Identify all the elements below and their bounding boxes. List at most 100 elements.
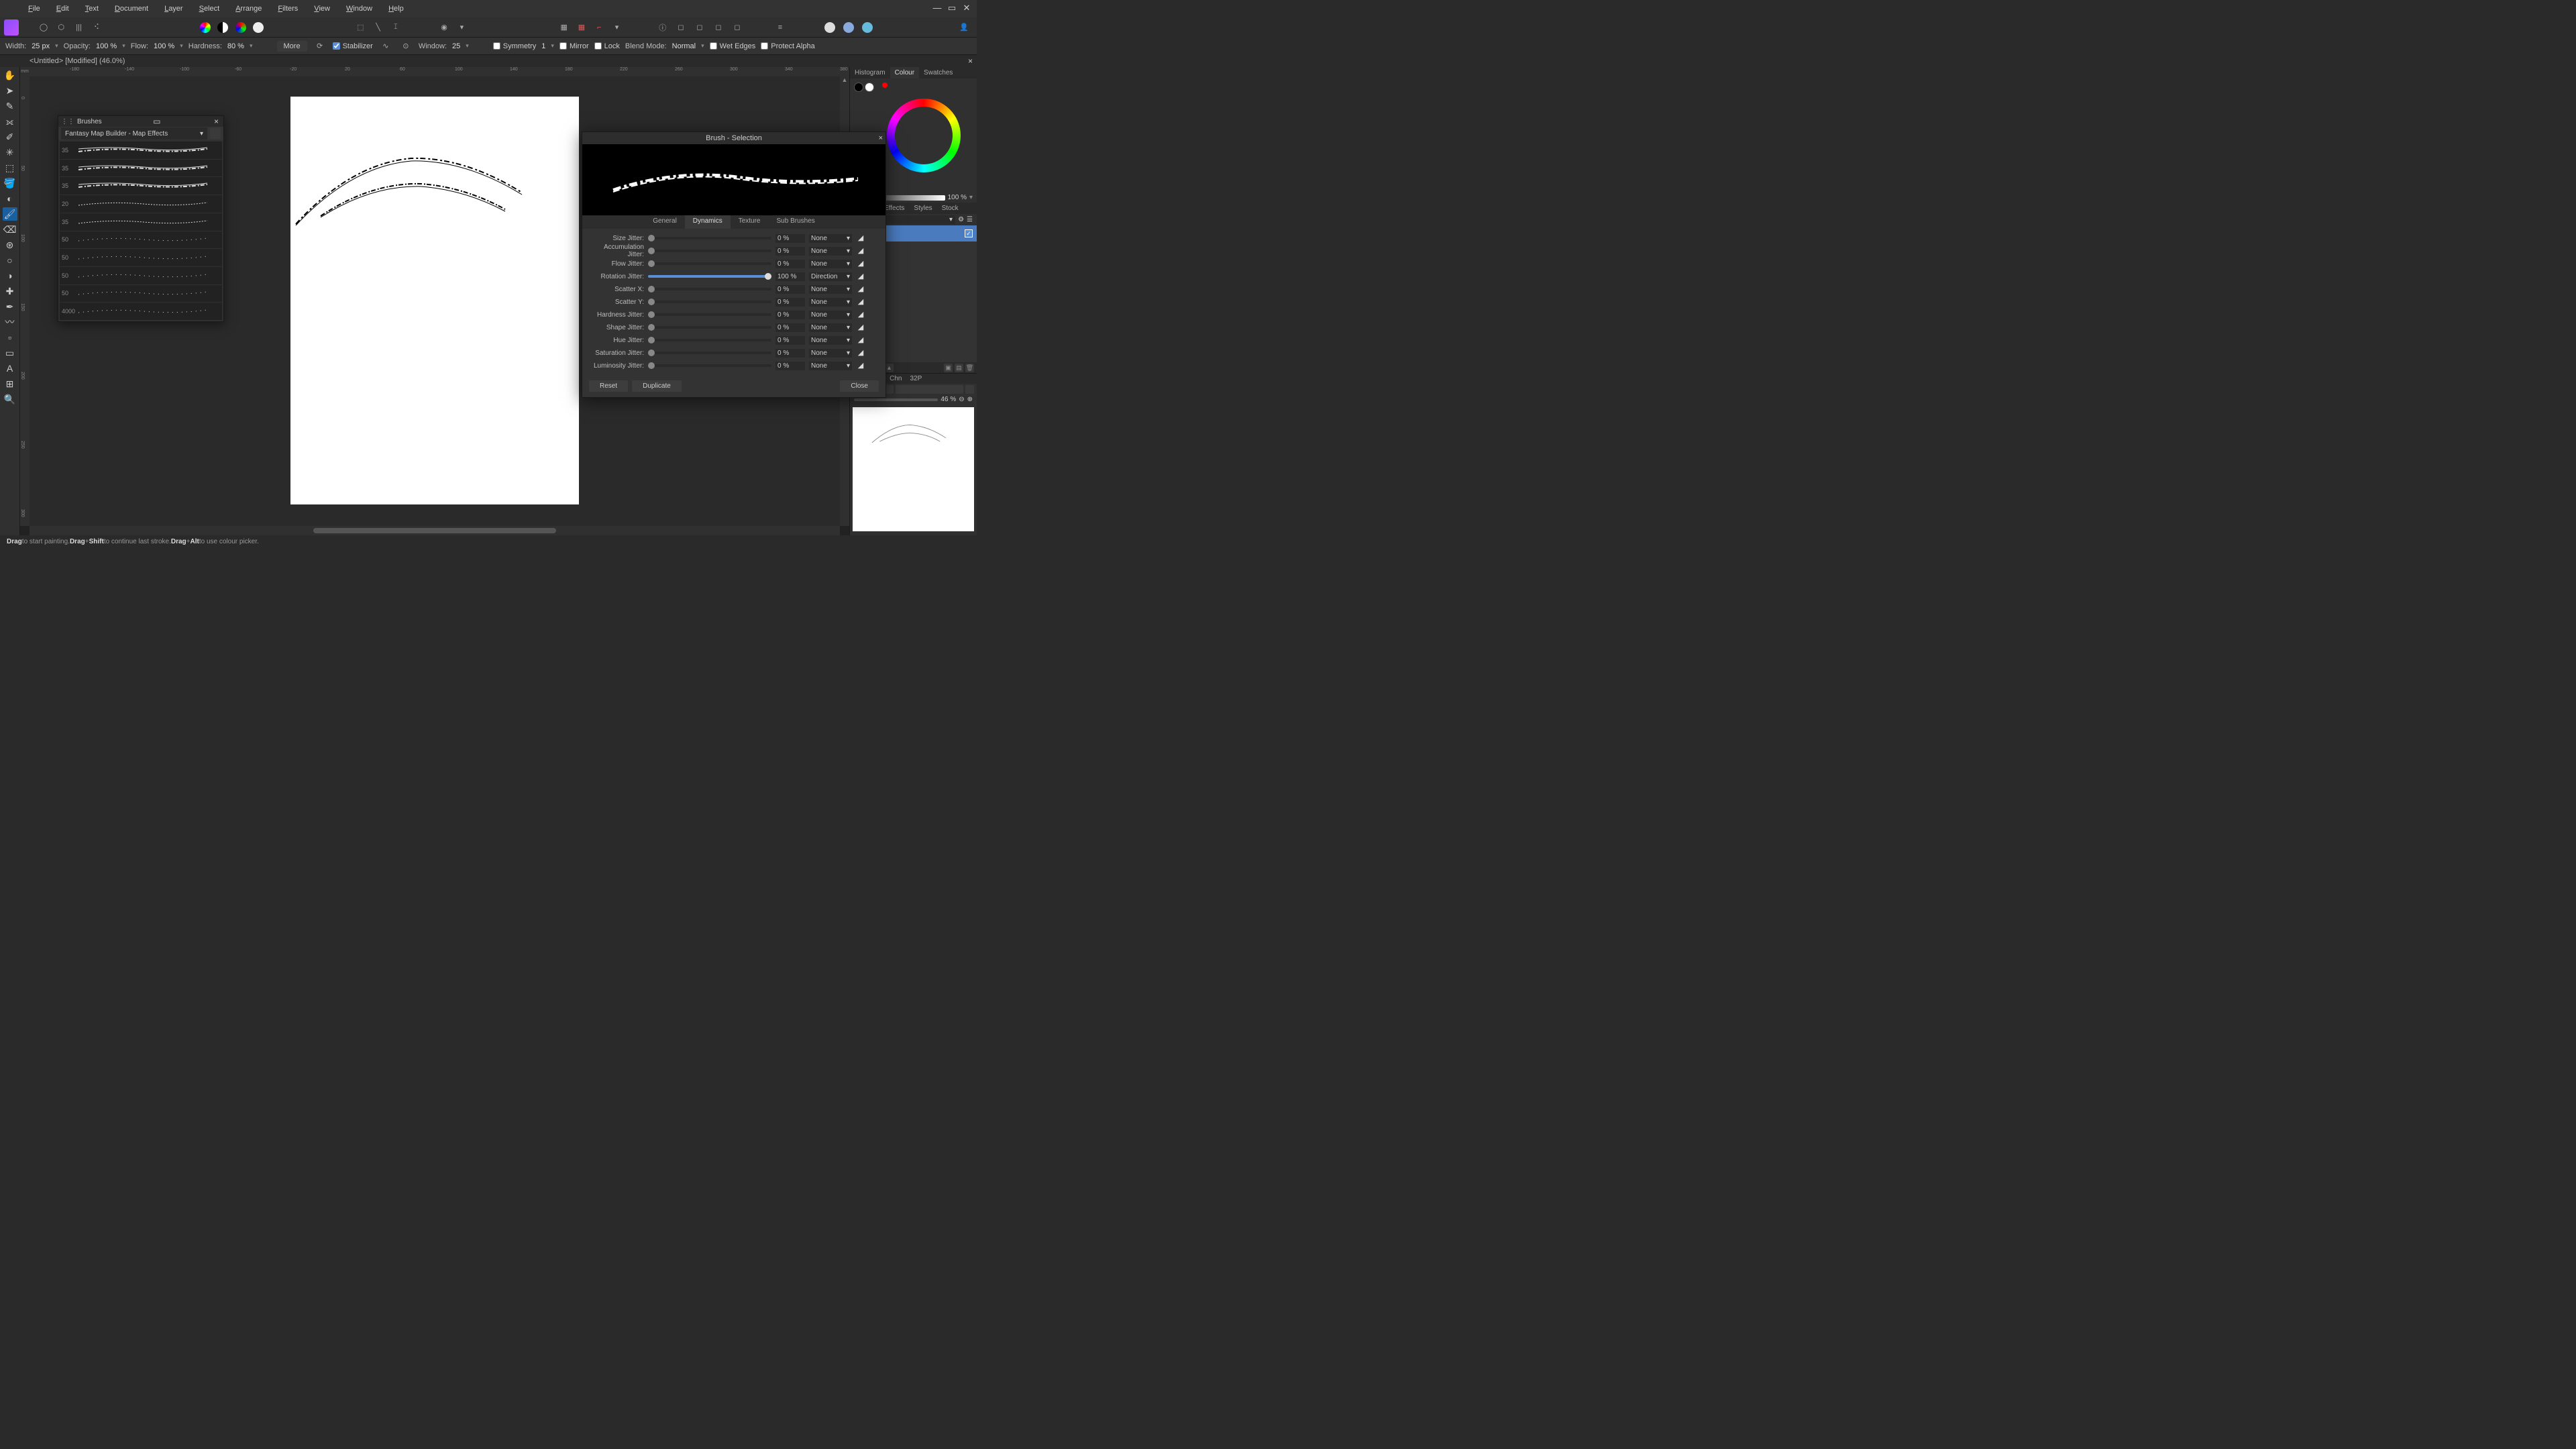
ramp-icon[interactable]: ◢	[856, 246, 865, 256]
brush-item[interactable]: 35	[60, 213, 222, 231]
brush-item[interactable]: 35	[60, 177, 222, 195]
square3-icon[interactable]: ◻	[711, 20, 726, 35]
nav-zoom-out-icon[interactable]: ⊖	[959, 396, 964, 403]
move-tool[interactable]: ➤	[3, 84, 17, 97]
jitter-slider[interactable]	[648, 339, 771, 341]
magnet-icon[interactable]: ⌐	[592, 20, 606, 35]
brush-item[interactable]: 50	[60, 231, 222, 249]
jitter-slider[interactable]	[648, 237, 771, 239]
menu-arrange[interactable]: Arrange	[227, 0, 270, 17]
delete-icon[interactable]: 🗑	[965, 364, 974, 372]
layer-tab-styles[interactable]: Styles	[909, 203, 936, 214]
close-button[interactable]: ✕	[962, 3, 971, 13]
color-tab-swatches[interactable]: Swatches	[919, 67, 957, 78]
ramp-icon[interactable]: ◢	[856, 259, 865, 268]
rgb-circle-icon[interactable]	[234, 20, 248, 35]
menu-file[interactable]: File	[20, 0, 48, 17]
ramp-icon[interactable]: ◢	[856, 233, 865, 243]
square4-icon[interactable]: ◻	[730, 20, 745, 35]
lens3-icon[interactable]	[860, 20, 875, 35]
menu-select[interactable]: Select	[191, 0, 228, 17]
jitter-slider[interactable]	[648, 352, 771, 354]
width-input[interactable]: 25 px▾	[32, 42, 58, 50]
brush-dialog-close-button[interactable]: ×	[879, 134, 883, 142]
protectalpha-checkbox[interactable]	[761, 42, 768, 50]
brushes-collapse-button[interactable]: ▭	[151, 117, 162, 126]
window-input[interactable]: 25▾	[452, 42, 469, 50]
jitter-value[interactable]: 0 %	[775, 234, 805, 243]
rope-icon[interactable]: ∿	[378, 39, 393, 54]
align-icon[interactable]: ≡	[773, 20, 788, 35]
wetedges-checkbox[interactable]	[710, 42, 717, 50]
recent-swatch[interactable]	[882, 83, 888, 88]
ramp-icon[interactable]: ◢	[856, 297, 865, 307]
grid-icon[interactable]: ▦	[557, 20, 571, 35]
inpaint-tool[interactable]: ✚	[3, 284, 17, 298]
jitter-value[interactable]: 0 %	[775, 298, 805, 307]
jitter-value[interactable]: 0 %	[775, 336, 805, 345]
square1-icon[interactable]: ◻	[674, 20, 688, 35]
menu-document[interactable]: Document	[107, 0, 156, 17]
menu-view[interactable]: View	[306, 0, 338, 17]
jitter-slider[interactable]	[648, 313, 771, 316]
layer-settings-icon[interactable]: ⚙	[958, 216, 964, 223]
jitter-value[interactable]: 0 %	[775, 247, 805, 256]
canvas[interactable]	[290, 97, 579, 504]
brush-item[interactable]: 35	[60, 160, 222, 177]
document-close-button[interactable]: ×	[964, 56, 977, 66]
jitter-controller-select[interactable]: None▾	[809, 362, 852, 370]
dlg-tab-texture[interactable]: Texture	[731, 215, 769, 229]
zoom-tool[interactable]: 🔍	[3, 392, 17, 406]
brush-item[interactable]: 35	[60, 142, 222, 159]
symmetry-input[interactable]: 1▾	[541, 42, 554, 50]
foreground-swatch[interactable]	[854, 83, 863, 92]
brush-item[interactable]: 50	[60, 267, 222, 284]
jitter-slider[interactable]	[648, 262, 771, 265]
lens1-icon[interactable]	[822, 20, 837, 35]
dlg-tab-general[interactable]: General	[645, 215, 685, 229]
diag-icon[interactable]: ╲	[371, 20, 384, 35]
paint-brush-tool[interactable]: 🖌	[3, 207, 17, 221]
persona-ring-icon[interactable]: ◯	[37, 20, 50, 35]
marquee-icon[interactable]: ⬚	[354, 20, 367, 35]
shape-tool[interactable]: ▭	[3, 346, 17, 360]
pixel-tool[interactable]: ▫	[3, 331, 17, 344]
layer-tab-stock[interactable]: Stock	[937, 203, 963, 214]
bw-circle-icon[interactable]	[216, 20, 229, 35]
menu-help[interactable]: Help	[380, 0, 412, 17]
persona-hex-icon[interactable]: ⬡	[54, 20, 68, 35]
selection-brush-tool[interactable]: ✳	[3, 146, 17, 159]
jitter-slider[interactable]	[648, 301, 771, 303]
symmetry-checkbox[interactable]	[493, 42, 500, 50]
flood-tool[interactable]: 🪣	[3, 176, 17, 190]
jitter-controller-select[interactable]: None▾	[809, 349, 852, 358]
duplicate-button[interactable]: Duplicate	[632, 380, 682, 392]
blendmode-select[interactable]: Normal▾	[672, 42, 704, 50]
jitter-slider[interactable]	[648, 364, 771, 367]
ramp-icon[interactable]: ◢	[856, 361, 865, 370]
jitter-value[interactable]: 100 %	[775, 272, 805, 281]
mesh-tool[interactable]: ⊞	[3, 377, 17, 390]
menu-window[interactable]: Window	[338, 0, 380, 17]
info-icon[interactable]: ⓘ	[656, 20, 669, 35]
jitter-slider[interactable]	[648, 275, 771, 278]
hardness-input[interactable]: 80 %▾	[227, 42, 253, 50]
dropdown-icon[interactable]: ▾	[455, 20, 468, 35]
dlg-tab-dynamics[interactable]: Dynamics	[685, 215, 731, 229]
jitter-value[interactable]: 0 %	[775, 285, 805, 294]
brush-menu-icon[interactable]	[210, 128, 221, 139]
jitter-controller-select[interactable]: None▾	[809, 260, 852, 268]
jitter-controller-select[interactable]: Direction▾	[809, 272, 852, 281]
layer-visible-checkbox[interactable]: ✓	[965, 229, 973, 237]
nav-tab-32p[interactable]: 32P	[906, 374, 926, 384]
pen-tool[interactable]: ✒	[3, 300, 17, 313]
jitter-slider[interactable]	[648, 326, 771, 329]
brushes-close-button[interactable]: ×	[212, 117, 221, 126]
marquee-tool[interactable]: ⬚	[3, 161, 17, 174]
jitter-controller-select[interactable]: None▾	[809, 285, 852, 294]
magnet-dd-icon[interactable]: ▾	[610, 20, 623, 35]
jitter-value[interactable]: 0 %	[775, 349, 805, 358]
group-icon[interactable]: ▣	[944, 364, 953, 372]
snapping-red-icon[interactable]: ▦	[575, 20, 588, 35]
lens2-icon[interactable]	[841, 20, 856, 35]
